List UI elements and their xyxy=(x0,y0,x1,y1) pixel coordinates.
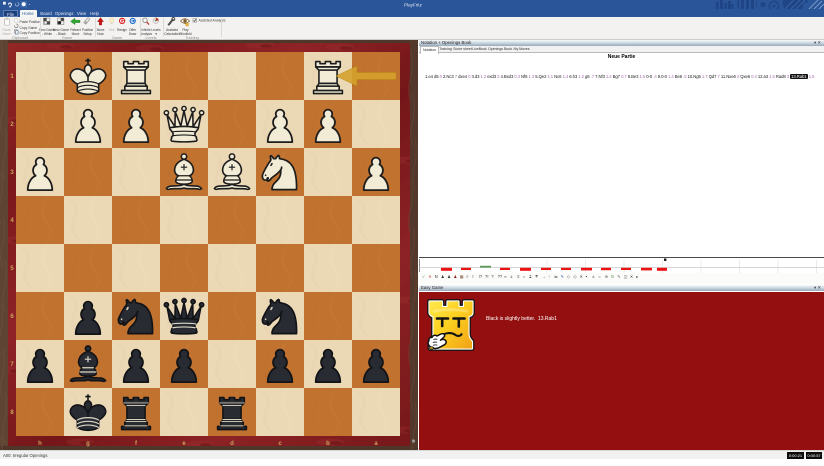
svg-text:h: h xyxy=(38,441,42,447)
svg-text:b: b xyxy=(326,441,330,447)
svg-text:g: g xyxy=(86,441,90,447)
svg-text:PlayFritz: PlayFritz xyxy=(404,3,423,8)
svg-text:d: d xyxy=(230,441,234,447)
